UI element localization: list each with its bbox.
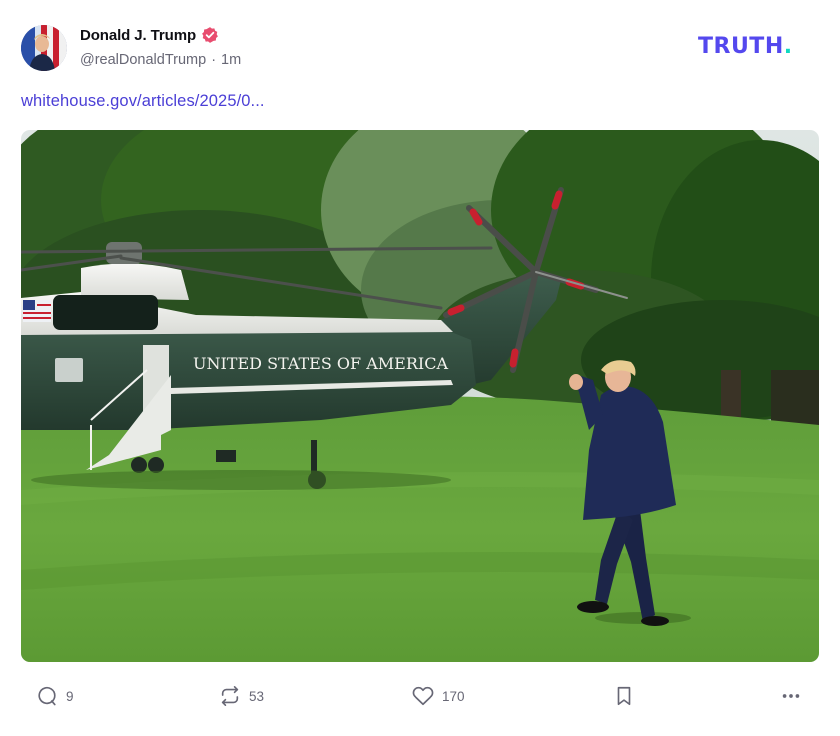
verified-badge-icon xyxy=(201,26,219,44)
reply-bubble-icon xyxy=(36,685,58,707)
helicopter-lettering: UNITED STATES OF AMERICA xyxy=(193,354,448,373)
author-handle[interactable]: @realDonaldTrump xyxy=(80,52,206,68)
bookmark-button[interactable] xyxy=(613,684,635,708)
avatar[interactable] xyxy=(21,25,67,71)
truth-logo[interactable]: TRUTH. xyxy=(698,34,793,60)
reply-button[interactable]: 9 xyxy=(36,684,74,708)
post-timestamp[interactable]: 1m xyxy=(221,52,241,68)
display-name-row: Donald J. Trump xyxy=(80,25,241,45)
heart-icon xyxy=(412,685,434,707)
display-name[interactable]: Donald J. Trump xyxy=(80,27,196,44)
logo-dot: . xyxy=(783,34,793,59)
post-image[interactable]: UNITED STATES OF AMERICA xyxy=(21,130,819,662)
post-link[interactable]: whitehouse.gov/articles/2025/0... xyxy=(21,92,265,111)
logo-text: TRUTH xyxy=(698,34,784,59)
truth-post: Donald J. Trump @realDonaldTrump · 1m TR… xyxy=(0,0,840,736)
author-names: Donald J. Trump @realDonaldTrump · 1m xyxy=(80,25,241,69)
bookmark-icon xyxy=(613,685,635,707)
handle-row: @realDonaldTrump · 1m xyxy=(80,52,241,68)
reply-count: 9 xyxy=(66,688,74,704)
more-dots-icon xyxy=(780,685,802,707)
post-actions: 9 53 170 xyxy=(0,680,840,714)
more-options-button[interactable] xyxy=(780,684,802,708)
like-count: 170 xyxy=(442,688,465,704)
like-button[interactable]: 170 xyxy=(412,684,465,708)
separator-dot: · xyxy=(211,52,217,68)
retruth-count: 53 xyxy=(249,688,265,704)
retruth-icon xyxy=(219,685,241,707)
retruth-button[interactable]: 53 xyxy=(219,684,264,708)
